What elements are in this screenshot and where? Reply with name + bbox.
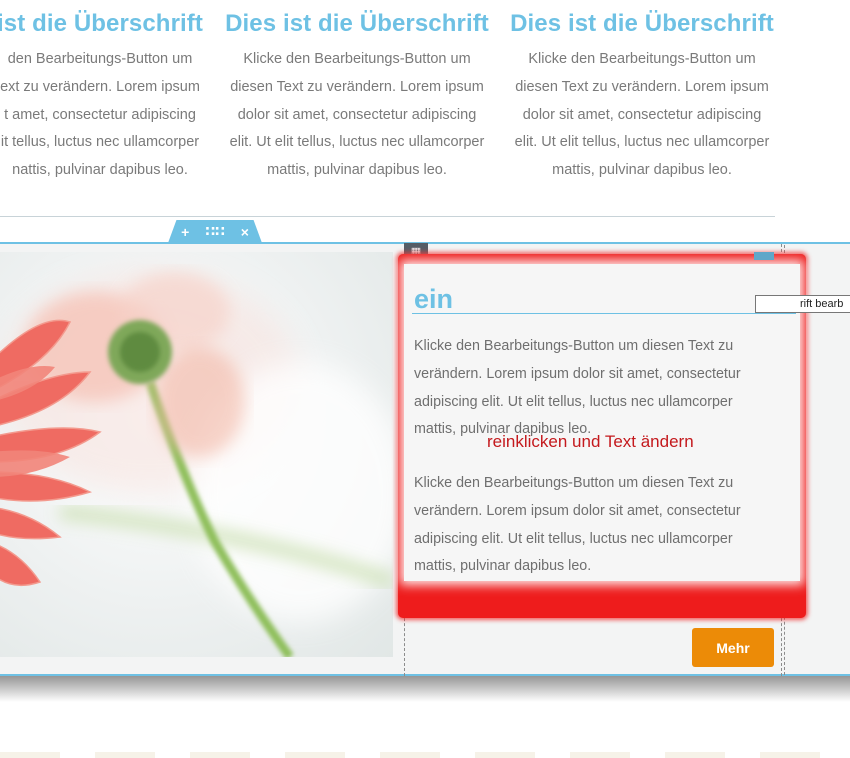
text-line: elit. Ut elit tellus, luctus nec ullamco…: [514, 134, 770, 151]
editable-paragraph-1[interactable]: Klicke den Bearbeitungs-Button um diesen…: [414, 333, 774, 444]
text-line: mattis, pulvinar dapibus leo.: [552, 162, 732, 179]
column-text[interactable]: Klicke den Bearbeitungs-Button um diesen…: [492, 46, 792, 185]
section-divider: [0, 216, 775, 217]
column-heading[interactable]: Dies ist die Überschrift: [492, 10, 792, 38]
heading-edit-outline: [412, 313, 796, 314]
text-line: ext zu verändern. Lorem ipsum: [0, 78, 200, 95]
text-line: mattis, pulvinar dapibus leo.: [267, 162, 447, 179]
section-shadow: [0, 676, 850, 702]
flower-image[interactable]: [0, 252, 393, 657]
editable-paragraph-2[interactable]: Klicke den Bearbeitungs-Button um diesen…: [414, 470, 774, 581]
text-line: dolor sit amet, consectetur adipiscing: [237, 106, 477, 123]
text-line: den Bearbeitungs-Button um: [7, 51, 193, 67]
text-line: nattis, pulvinar dapibus leo.: [12, 162, 188, 179]
delete-section-icon[interactable]: ×: [241, 224, 249, 240]
more-button[interactable]: Mehr: [692, 628, 774, 667]
tooltip: rift bearb: [755, 295, 850, 313]
editable-heading[interactable]: ein: [414, 283, 453, 315]
text-line: diesen Text zu verändern. Lorem ipsum: [230, 78, 484, 95]
flower-illustration: [0, 272, 393, 657]
text-line: Klicke den Bearbeitungs-Button um: [528, 51, 756, 67]
annotation-label: reinklicken und Text ändern: [487, 432, 694, 451]
text-line: elit. Ut elit tellus, luctus nec ullamco…: [229, 134, 485, 151]
column-text[interactable]: Klicke den Bearbeitungs-Button um diesen…: [207, 46, 507, 185]
next-section-hint: [0, 752, 850, 758]
text-line: it tellus, luctus nec ullamcorper: [0, 134, 200, 151]
drag-handle-icon[interactable]: ∷∷: [205, 223, 224, 240]
add-section-icon[interactable]: +: [181, 224, 189, 240]
section-handle[interactable]: + ∷∷ ×: [168, 220, 262, 243]
text-column-3[interactable]: Dies ist die Überschrift Klicke den Bear…: [492, 0, 792, 185]
text-line: t amet, consectetur adipiscing: [4, 106, 196, 123]
widget-edit-handle[interactable]: [754, 252, 774, 260]
text-column-2[interactable]: Dies ist die Überschrift Klicke den Bear…: [207, 0, 507, 185]
column-heading[interactable]: Dies ist die Überschrift: [207, 10, 507, 38]
text-line: dolor sit amet, consectetur adipiscing: [522, 106, 762, 123]
text-line: diesen Text zu verändern. Lorem ipsum: [515, 78, 769, 95]
text-line: Klicke den Bearbeitungs-Button um: [243, 51, 471, 67]
